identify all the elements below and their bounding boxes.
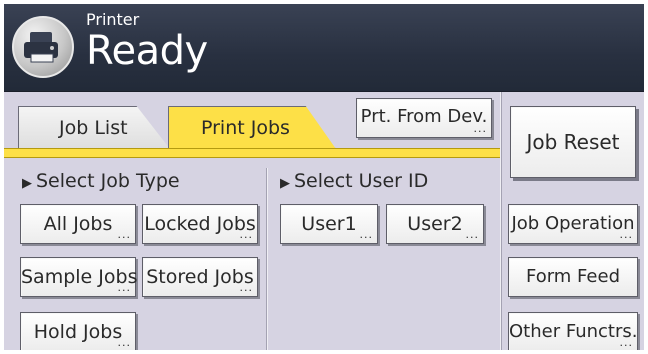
printer-panel-screen: Printer Ready Job List Print Jobs Prt. F… [4,4,644,350]
user2-label: User2 [407,213,463,235]
hold-jobs-button[interactable]: Hold Jobs ... [20,312,136,350]
more-options-icon: ... [619,228,633,241]
user1-label: User1 [301,213,357,235]
more-options-icon: ... [619,336,633,349]
all-jobs-button[interactable]: All Jobs ... [20,204,136,244]
user1-button[interactable]: User1 ... [280,204,378,244]
tab-print-jobs[interactable]: Print Jobs [168,106,336,149]
form-feed-label: Form Feed [525,266,620,287]
more-options-icon: ... [359,228,373,241]
form-feed-button[interactable]: Form Feed [508,257,638,297]
job-reset-button[interactable]: Job Reset [510,106,636,178]
more-options-icon: ... [117,336,131,349]
select-job-type-heading: ▶ Select Job Type [22,170,180,192]
sample-jobs-button[interactable]: Sample Jobs ... [20,257,137,297]
more-options-icon: ... [465,228,479,241]
active-tab-strip [4,148,500,158]
job-operation-label: Job Operation [511,213,635,234]
header-subtitle: Printer [86,10,140,29]
more-options-icon: ... [473,122,487,135]
other-functions-button[interactable]: Other Functrs. ... [508,312,638,350]
hold-jobs-label: Hold Jobs [33,321,123,343]
other-functions-label: Other Functrs. [509,321,638,342]
all-jobs-label: All Jobs [43,213,113,235]
more-options-icon: ... [239,228,253,241]
section-divider [266,168,268,350]
print-from-device-label: Prt. From Dev. [360,106,488,127]
printer-status: Ready [86,28,208,74]
select-job-type-label: Select Job Type [36,170,180,192]
more-options-icon: ... [117,228,131,241]
stored-jobs-button[interactable]: Stored Jobs ... [142,257,258,297]
job-operation-button[interactable]: Job Operation ... [508,204,638,244]
print-from-device-button[interactable]: Prt. From Dev. ... [356,98,492,138]
tab-job-list[interactable]: Job List [18,106,170,149]
locked-jobs-button[interactable]: Locked Jobs ... [142,204,258,244]
more-options-icon: ... [117,281,131,294]
select-user-id-heading: ▶ Select User ID [280,170,428,192]
stored-jobs-label: Stored Jobs [146,266,254,288]
right-column-divider [500,92,502,350]
user2-button[interactable]: User2 ... [386,204,484,244]
triangle-right-icon: ▶ [22,176,32,191]
triangle-right-icon: ▶ [280,176,290,191]
main-panel: Job List Print Jobs Prt. From Dev. ... ▶… [4,92,644,350]
select-user-id-label: Select User ID [294,170,429,192]
more-options-icon: ... [239,281,253,294]
printer-icon [12,16,74,78]
status-header: Printer Ready [4,4,644,92]
job-reset-label: Job Reset [526,130,620,154]
